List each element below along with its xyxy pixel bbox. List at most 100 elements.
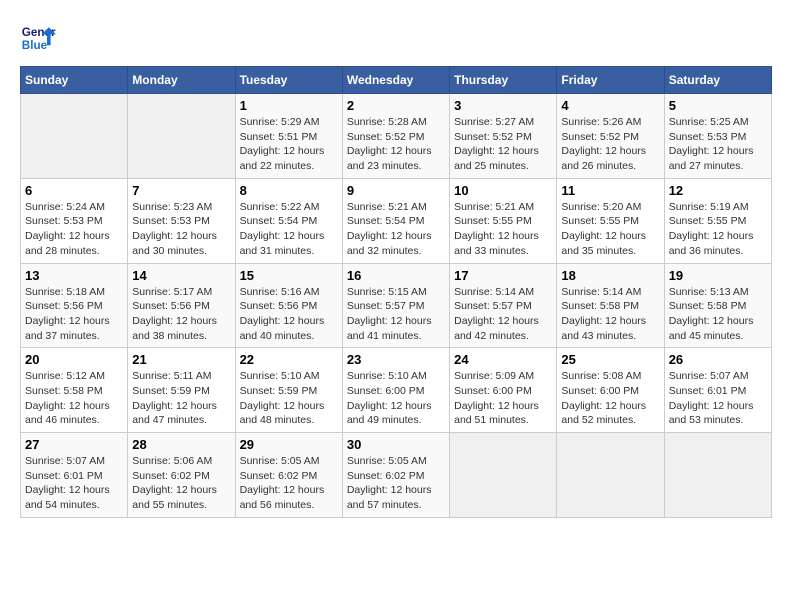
day-info: Sunrise: 5:21 AMSunset: 5:55 PMDaylight:… [454, 200, 552, 259]
weekday-header-sunday: Sunday [21, 67, 128, 94]
day-info: Sunrise: 5:08 AMSunset: 6:00 PMDaylight:… [561, 369, 659, 428]
logo-icon: General Blue [20, 20, 56, 56]
day-info: Sunrise: 5:26 AMSunset: 5:52 PMDaylight:… [561, 115, 659, 174]
calendar-cell: 14Sunrise: 5:17 AMSunset: 5:56 PMDayligh… [128, 263, 235, 348]
day-info: Sunrise: 5:28 AMSunset: 5:52 PMDaylight:… [347, 115, 445, 174]
weekday-header-thursday: Thursday [450, 67, 557, 94]
day-number: 2 [347, 98, 445, 113]
day-info: Sunrise: 5:17 AMSunset: 5:56 PMDaylight:… [132, 285, 230, 344]
day-number: 17 [454, 268, 552, 283]
day-number: 28 [132, 437, 230, 452]
day-info: Sunrise: 5:05 AMSunset: 6:02 PMDaylight:… [347, 454, 445, 513]
day-number: 3 [454, 98, 552, 113]
logo: General Blue [20, 20, 62, 56]
calendar-cell: 27 Sunrise: 5:07 AMSunset: 6:01 PMDayligh… [21, 433, 128, 518]
day-info: Sunrise: 5:11 AMSunset: 5:59 PMDaylight:… [132, 369, 230, 428]
day-info: Sunrise: 5:24 AMSunset: 5:53 PMDaylight:… [25, 200, 123, 259]
day-number: 20 [25, 352, 123, 367]
weekday-header-tuesday: Tuesday [235, 67, 342, 94]
day-info: Sunrise: 5:05 AMSunset: 6:02 PMDaylight:… [240, 454, 338, 513]
day-info: Sunrise: 5:10 AMSunset: 6:00 PMDaylight:… [347, 369, 445, 428]
calendar-week-1: 1 Sunrise: 5:29 AMSunset: 5:51 PMDaylight… [21, 94, 772, 179]
day-info: Sunrise: 5:19 AMSunset: 5:55 PMDaylight:… [669, 200, 767, 259]
day-number: 25 [561, 352, 659, 367]
day-number: 9 [347, 183, 445, 198]
calendar-cell: 12 Sunrise: 5:19 AMSunset: 5:55 PMDayligh… [664, 178, 771, 263]
day-number: 4 [561, 98, 659, 113]
calendar-cell: 1 Sunrise: 5:29 AMSunset: 5:51 PMDaylight… [235, 94, 342, 179]
calendar-cell: 21 Sunrise: 5:11 AMSunset: 5:59 PMDayligh… [128, 348, 235, 433]
day-number: 24 [454, 352, 552, 367]
calendar-cell: 29 Sunrise: 5:05 AMSunset: 6:02 PMDayligh… [235, 433, 342, 518]
day-number: 7 [132, 183, 230, 198]
day-info: Sunrise: 5:07 AMSunset: 6:01 PMDaylight:… [669, 369, 767, 428]
calendar-cell: 18 Sunrise: 5:14 AMSunset: 5:58 PMDayligh… [557, 263, 664, 348]
page-header: General Blue [20, 20, 772, 56]
day-info: Sunrise: 5:27 AMSunset: 5:52 PMDaylight:… [454, 115, 552, 174]
calendar-cell: 8Sunrise: 5:22 AMSunset: 5:54 PMDaylight… [235, 178, 342, 263]
day-number: 11 [561, 183, 659, 198]
day-number: 27 [25, 437, 123, 452]
day-info: Sunrise: 5:13 AMSunset: 5:58 PMDaylight:… [669, 285, 767, 344]
day-info: Sunrise: 5:10 AMSunset: 5:59 PMDaylight:… [240, 369, 338, 428]
day-info: Sunrise: 5:25 AMSunset: 5:53 PMDaylight:… [669, 115, 767, 174]
day-info: Sunrise: 5:23 AMSunset: 5:53 PMDaylight:… [132, 200, 230, 259]
calendar-cell: 6Sunrise: 5:24 AMSunset: 5:53 PMDaylight… [21, 178, 128, 263]
day-info: Sunrise: 5:12 AMSunset: 5:58 PMDaylight:… [25, 369, 123, 428]
day-info: Sunrise: 5:29 AMSunset: 5:51 PMDaylight:… [240, 115, 338, 174]
calendar-cell: 16Sunrise: 5:15 AMSunset: 5:57 PMDayligh… [342, 263, 449, 348]
calendar-cell: 17 Sunrise: 5:14 AMSunset: 5:57 PMDayligh… [450, 263, 557, 348]
calendar-cell: 19 Sunrise: 5:13 AMSunset: 5:58 PMDayligh… [664, 263, 771, 348]
day-number: 13 [25, 268, 123, 283]
day-info: Sunrise: 5:18 AMSunset: 5:56 PMDaylight:… [25, 285, 123, 344]
calendar-cell: 24 Sunrise: 5:09 AMSunset: 6:00 PMDayligh… [450, 348, 557, 433]
day-info: Sunrise: 5:20 AMSunset: 5:55 PMDaylight:… [561, 200, 659, 259]
calendar-cell: 2 Sunrise: 5:28 AMSunset: 5:52 PMDaylight… [342, 94, 449, 179]
day-number: 18 [561, 268, 659, 283]
calendar-cell: 26 Sunrise: 5:07 AMSunset: 6:01 PMDayligh… [664, 348, 771, 433]
calendar-cell [664, 433, 771, 518]
calendar-cell: 30 Sunrise: 5:05 AMSunset: 6:02 PMDayligh… [342, 433, 449, 518]
day-number: 29 [240, 437, 338, 452]
day-number: 21 [132, 352, 230, 367]
calendar-cell: 10 Sunrise: 5:21 AMSunset: 5:55 PMDayligh… [450, 178, 557, 263]
calendar-cell: 9 Sunrise: 5:21 AMSunset: 5:54 PMDaylight… [342, 178, 449, 263]
day-info: Sunrise: 5:21 AMSunset: 5:54 PMDaylight:… [347, 200, 445, 259]
day-info: Sunrise: 5:07 AMSunset: 6:01 PMDaylight:… [25, 454, 123, 513]
day-number: 26 [669, 352, 767, 367]
day-number: 23 [347, 352, 445, 367]
day-info: Sunrise: 5:15 AMSunset: 5:57 PMDaylight:… [347, 285, 445, 344]
weekday-header-saturday: Saturday [664, 67, 771, 94]
calendar-cell [21, 94, 128, 179]
weekday-header-monday: Monday [128, 67, 235, 94]
day-number: 5 [669, 98, 767, 113]
calendar-week-2: 6Sunrise: 5:24 AMSunset: 5:53 PMDaylight… [21, 178, 772, 263]
calendar-week-4: 20 Sunrise: 5:12 AMSunset: 5:58 PMDayligh… [21, 348, 772, 433]
calendar-cell: 5 Sunrise: 5:25 AMSunset: 5:53 PMDaylight… [664, 94, 771, 179]
day-number: 19 [669, 268, 767, 283]
calendar-table: SundayMondayTuesdayWednesdayThursdayFrid… [20, 66, 772, 518]
day-info: Sunrise: 5:14 AMSunset: 5:57 PMDaylight:… [454, 285, 552, 344]
day-info: Sunrise: 5:14 AMSunset: 5:58 PMDaylight:… [561, 285, 659, 344]
day-info: Sunrise: 5:22 AMSunset: 5:54 PMDaylight:… [240, 200, 338, 259]
calendar-cell: 13 Sunrise: 5:18 AMSunset: 5:56 PMDayligh… [21, 263, 128, 348]
day-info: Sunrise: 5:09 AMSunset: 6:00 PMDaylight:… [454, 369, 552, 428]
calendar-week-3: 13 Sunrise: 5:18 AMSunset: 5:56 PMDayligh… [21, 263, 772, 348]
weekday-header-wednesday: Wednesday [342, 67, 449, 94]
day-number: 12 [669, 183, 767, 198]
weekday-header-friday: Friday [557, 67, 664, 94]
calendar-cell: 20 Sunrise: 5:12 AMSunset: 5:58 PMDayligh… [21, 348, 128, 433]
calendar-body: 1 Sunrise: 5:29 AMSunset: 5:51 PMDaylight… [21, 94, 772, 518]
day-number: 1 [240, 98, 338, 113]
calendar-cell: 15Sunrise: 5:16 AMSunset: 5:56 PMDayligh… [235, 263, 342, 348]
calendar-cell: 23 Sunrise: 5:10 AMSunset: 6:00 PMDayligh… [342, 348, 449, 433]
day-number: 10 [454, 183, 552, 198]
weekday-row: SundayMondayTuesdayWednesdayThursdayFrid… [21, 67, 772, 94]
day-number: 15 [240, 268, 338, 283]
calendar-cell: 28Sunrise: 5:06 AMSunset: 6:02 PMDayligh… [128, 433, 235, 518]
calendar-header: SundayMondayTuesdayWednesdayThursdayFrid… [21, 67, 772, 94]
calendar-cell [128, 94, 235, 179]
calendar-week-5: 27 Sunrise: 5:07 AMSunset: 6:01 PMDayligh… [21, 433, 772, 518]
calendar-cell [557, 433, 664, 518]
day-number: 30 [347, 437, 445, 452]
